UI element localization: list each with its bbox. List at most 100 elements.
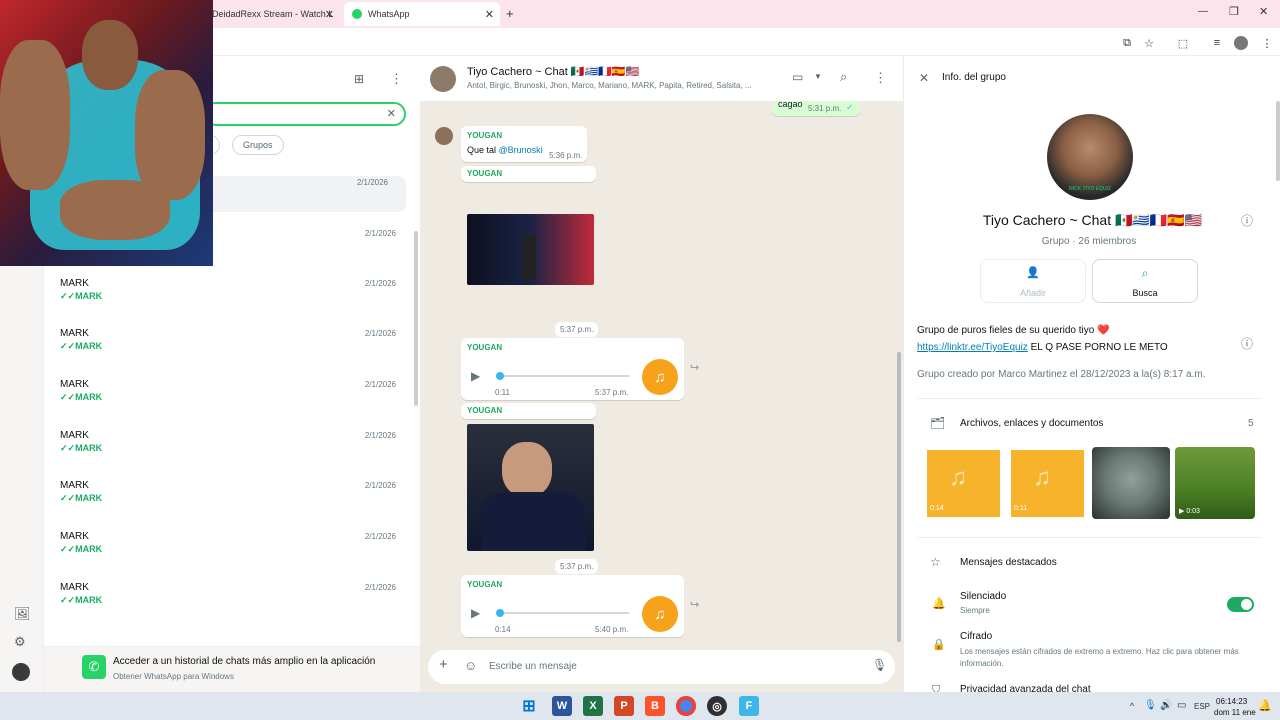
forward-icon[interactable]: ↪ [690, 598, 699, 611]
language-indicator[interactable]: ESP [1194, 702, 1210, 711]
minimize-icon[interactable]: — [1198, 6, 1208, 17]
attach-plus-icon[interactable]: + [439, 656, 448, 673]
chevron-up-icon[interactable]: ^ [1130, 701, 1134, 711]
new-tab-button[interactable]: + [506, 6, 514, 21]
info-icon[interactable]: ⓘ [1241, 335, 1253, 352]
clear-search-icon[interactable]: ✕ [387, 107, 396, 120]
audio-scrubber[interactable] [496, 372, 504, 380]
menu-dots-icon[interactable]: ⋮ [390, 71, 403, 87]
microphone-icon[interactable]: 🎙 [1144, 700, 1157, 711]
audio-progress-track[interactable] [497, 612, 629, 614]
play-icon[interactable]: ▶ [471, 606, 480, 620]
audio-progress-track[interactable] [497, 375, 629, 377]
windows-start-icon[interactable]: ⊞ [519, 696, 539, 716]
video-call-icon[interactable]: ▭ [792, 70, 803, 84]
starred-messages-row[interactable]: ☆ Mensajes destacados [904, 552, 1280, 574]
headphones-icon: ♫ [949, 464, 967, 491]
powerpoint-icon[interactable]: P [614, 696, 634, 716]
advanced-privacy-row[interactable]: ⛉ Privacidad avanzada del chat [904, 682, 1280, 692]
bookmark-star-icon[interactable]: ☆ [1142, 36, 1156, 50]
files-row[interactable]: 🗂 Archivos, enlaces y documentos 5 [904, 411, 1280, 437]
media-icon[interactable]: ≡ [1210, 36, 1224, 50]
device-icon[interactable]: ▭ [1177, 700, 1186, 711]
search-icon[interactable]: ⌕ [840, 69, 847, 85]
scrollbar[interactable] [897, 352, 901, 642]
chat-row[interactable]: MARK ✓✓MARK 2/1/2026 [44, 531, 414, 581]
play-icon[interactable]: ▶ [471, 369, 480, 383]
streamer-hands [60, 180, 170, 240]
headphones-icon: ♫ [1033, 464, 1051, 491]
message-input[interactable]: Escribe un mensaje [489, 661, 859, 672]
sender-avatar[interactable] [435, 127, 453, 145]
audio-message[interactable]: YOUGAN ▶ 0:11 5:37 p.m. ♫ [461, 338, 684, 400]
webcam-overlay [0, 0, 213, 266]
emoji-icon[interactable]: ☺ [464, 658, 477, 673]
brave-icon[interactable]: B [645, 696, 665, 716]
clock-time[interactable]: 06:14:23 [1216, 697, 1247, 706]
chat-row[interactable]: MARK ✓✓MARK 2/1/2026 [44, 328, 414, 378]
chat-row[interactable]: MARK ✓✓MARK 2/1/2026 [44, 379, 414, 429]
forward-icon[interactable]: ↪ [690, 361, 699, 374]
group-avatar-large[interactable]: NICK TIYO EQUIZ [1047, 114, 1133, 200]
extensions-icon[interactable]: ⬚ [1176, 36, 1190, 50]
obs-icon[interactable]: ◎ [707, 696, 727, 716]
chat-row[interactable]: MARK ✓✓MARK 2/1/2026 [44, 278, 414, 328]
audio-scrubber[interactable] [496, 609, 504, 617]
audio-message[interactable]: YOUGAN ▶ 0:14 5:40 p.m. ♫ [461, 575, 684, 637]
chat-row[interactable]: MARK ✓✓MARK 2/1/2026 [44, 582, 414, 632]
profile-avatar[interactable] [1234, 36, 1248, 50]
app-f-icon[interactable]: F [739, 696, 759, 716]
close-window-icon[interactable]: ✕ [1259, 5, 1268, 18]
mute-toggle[interactable] [1227, 597, 1254, 612]
menu-dots-icon[interactable]: ⋮ [1260, 36, 1274, 50]
media-thumb-audio[interactable]: ♫ 0:11 [1011, 450, 1084, 517]
media-gallery-icon[interactable]: 🖼 [14, 606, 31, 622]
close-icon[interactable]: ✕ [485, 8, 494, 21]
maximize-icon[interactable]: ❐ [1229, 5, 1239, 18]
notification-bell-icon[interactable]: 🔔 [1258, 699, 1272, 712]
word-icon[interactable]: W [552, 696, 572, 716]
install-icon[interactable]: ⧉ [1120, 36, 1134, 50]
excel-icon[interactable]: X [583, 696, 603, 716]
chrome-icon[interactable] [676, 696, 696, 716]
settings-gear-icon[interactable]: ⚙ [14, 634, 26, 650]
image-message[interactable] [467, 214, 594, 285]
chat-row[interactable]: MARK ✓✓MARK 2/1/2026 [44, 430, 414, 480]
media-thumb-audio[interactable]: ♫ 0:14 [927, 450, 1000, 517]
double-check-icon: ✓✓ [60, 595, 76, 605]
scrollbar[interactable] [414, 231, 418, 406]
chevron-down-icon[interactable]: ▼ [814, 72, 822, 81]
chat-row[interactable]: MARK ✓✓MARK 2/1/2026 [44, 480, 414, 530]
chat-title[interactable]: Tiyo Cachero ~ Chat 🇲🇽🇺🇾🇫🇷🇪🇸🇺🇸 [467, 65, 639, 78]
group-avatar[interactable] [430, 66, 456, 92]
filter-groups[interactable]: Grupos [232, 135, 284, 155]
tab-stream[interactable]: DeidadRexx Stream - Watch L ✕ [200, 2, 340, 26]
close-icon[interactable]: ✕ [919, 71, 929, 85]
encryption-row[interactable]: 🔒 Cifrado Los mensajes están cifrados de… [904, 629, 1280, 673]
search-input[interactable]: ✕ [204, 102, 406, 126]
add-member-button[interactable]: 👤 Añadir [980, 259, 1086, 303]
clock-date[interactable]: dom 11 ene [1214, 708, 1256, 717]
search-members-button[interactable]: ⌕ Busca [1092, 259, 1198, 303]
image-message[interactable] [467, 424, 594, 551]
microphone-icon[interactable]: 🎙 [872, 658, 887, 672]
star-icon: ☆ [930, 555, 941, 569]
menu-dots-icon[interactable]: ⋮ [874, 70, 887, 86]
media-thumb-image[interactable] [1092, 447, 1170, 519]
close-icon[interactable]: ✕ [325, 8, 334, 21]
info-icon[interactable]: ⓘ [1241, 212, 1253, 229]
outgoing-message[interactable]: cagao 5:31 p.m. ✓ [772, 99, 860, 116]
tab-whatsapp[interactable]: WhatsApp ✕ [344, 2, 500, 26]
mute-row[interactable]: 🔔 Silenciado Siempre [904, 588, 1280, 620]
media-thumb-video[interactable]: ▶ 0:03 [1175, 447, 1255, 519]
incoming-sender-header: YOUGAN [461, 403, 596, 419]
volume-icon[interactable]: 🔊 [1160, 700, 1172, 711]
profile-avatar[interactable] [12, 663, 30, 681]
search-icon: ⌕ [1141, 266, 1149, 280]
new-chat-icon[interactable]: ⊞ [354, 72, 364, 86]
download-app-banner[interactable]: ✆ Acceder a un historial de chats más am… [44, 646, 420, 692]
mention-link[interactable]: @Brunoski [499, 145, 543, 155]
incoming-message[interactable]: YOUGAN Que tal @Brunoski 5:36 p.m. [461, 126, 587, 162]
scrollbar[interactable] [1276, 101, 1280, 181]
description-link[interactable]: https://linktr.ee/TiyoEquiz [917, 342, 1028, 353]
